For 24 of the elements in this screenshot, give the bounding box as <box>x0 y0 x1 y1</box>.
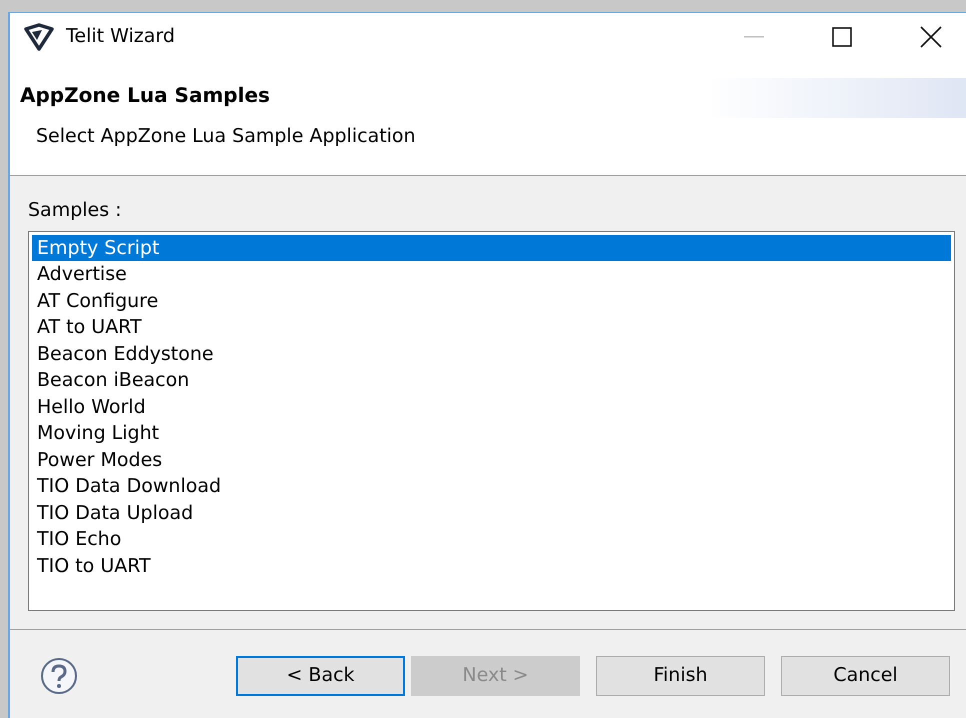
sample-item[interactable]: Power Modes <box>32 446 951 473</box>
sample-item[interactable]: Beacon iBeacon <box>32 367 951 394</box>
app-logo-icon <box>24 22 54 50</box>
wizard-button[interactable]: Finish <box>596 656 765 696</box>
sample-item[interactable]: TIO Echo <box>32 526 951 552</box>
page-description: Select AppZone Lua Sample Application <box>36 124 416 149</box>
help-icon[interactable] <box>40 656 78 694</box>
wizard-button[interactable]: < Back <box>236 656 405 696</box>
sample-item[interactable]: TIO Data Upload <box>32 500 951 526</box>
sample-item[interactable]: Hello World <box>32 394 951 420</box>
sample-item[interactable]: AT Configure <box>32 288 951 314</box>
samples-label: Samples : <box>28 198 123 223</box>
sample-item[interactable]: Advertise <box>32 261 951 288</box>
wizard-button[interactable]: Cancel <box>781 656 950 696</box>
sample-item[interactable]: Moving Light <box>32 420 951 446</box>
sample-item[interactable]: TIO Data Download <box>32 473 951 500</box>
window-title: Telit Wizard <box>66 24 175 50</box>
maximize-icon[interactable] <box>832 26 852 46</box>
sample-item[interactable]: Beacon Eddystone <box>32 340 951 367</box>
close-icon[interactable] <box>920 26 942 48</box>
sample-item[interactable]: TIO to UART <box>32 552 951 579</box>
sample-item[interactable]: Empty Script <box>32 234 951 261</box>
sample-item[interactable]: AT to UART <box>32 314 951 340</box>
page-title: AppZone Lua Samples <box>20 82 270 109</box>
